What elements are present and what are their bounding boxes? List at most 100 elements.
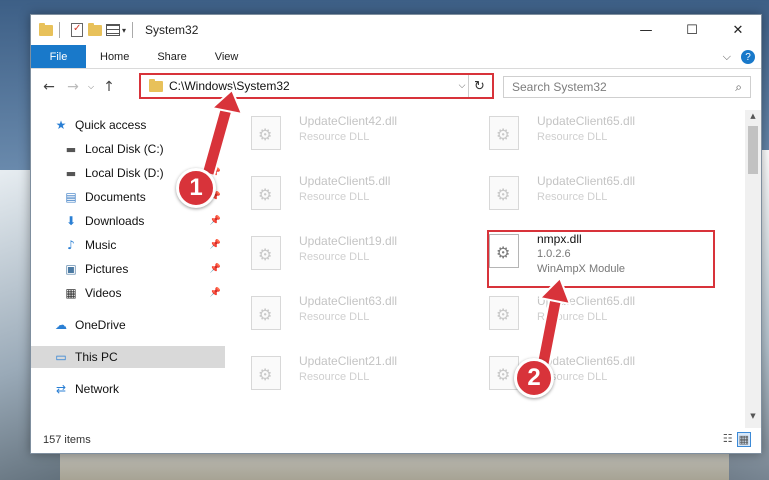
scroll-up-icon[interactable]: ▲ — [745, 112, 761, 126]
sidebar-item-onedrive[interactable]: ☁ OneDrive — [31, 314, 225, 336]
file-description: Resource DLL — [299, 371, 370, 383]
tiles-view-icon[interactable]: ▦ — [736, 432, 751, 447]
up-button[interactable]: ↑ — [97, 79, 121, 95]
window-controls: — ☐ ✕ — [623, 15, 761, 45]
scroll-down-icon[interactable]: ▼ — [745, 412, 761, 426]
ribbon-tabs: File Home Share View ⌵ ? — [31, 45, 761, 69]
sidebar-item-label: Network — [75, 382, 120, 396]
file-description: Resource DLL — [537, 311, 608, 323]
pin-icon: 📌 — [209, 216, 221, 226]
tab-home[interactable]: Home — [86, 45, 143, 68]
search-input[interactable] — [512, 80, 736, 94]
quick-access-toolbar: ▾ — [31, 15, 139, 45]
sidebar-item-music[interactable]: ♪ Music 📌 — [31, 234, 225, 256]
sidebar-item-label: Music — [85, 238, 117, 252]
tab-view[interactable]: View — [201, 45, 253, 68]
file-description: Resource DLL — [299, 131, 370, 143]
file-name: UpdateClient5.dll — [299, 174, 391, 188]
vertical-scrollbar[interactable]: ▲ ▼ — [745, 110, 761, 428]
view-layout-icon[interactable] — [106, 24, 120, 36]
scrollbar-thumb[interactable] — [748, 126, 758, 174]
dll-file-icon — [489, 296, 519, 330]
sidebar-item-downloads[interactable]: ⬇ Downloads 📌 — [31, 210, 225, 232]
refresh-button[interactable]: ↻ — [468, 75, 490, 97]
list-item[interactable]: UpdateClient21.dll Resource DLL — [227, 352, 447, 396]
sidebar-item-quick-access[interactable]: ★ Quick access — [31, 114, 225, 136]
sidebar-item-network[interactable]: ⇄ Network — [31, 378, 225, 400]
dll-file-icon — [489, 176, 519, 210]
list-item[interactable]: UpdateClient65.dll Resource DLL — [465, 112, 685, 156]
address-path[interactable]: C:\Windows\System32 — [169, 79, 454, 93]
address-bar[interactable]: C:\Windows\System32 ⌵ — [139, 73, 494, 99]
pin-icon: 📌 — [209, 144, 221, 154]
sidebar-item-local-disk-c[interactable]: ▬ Local Disk (C:) 📌 — [31, 138, 225, 160]
file-name: UpdateClient65.dll — [537, 354, 636, 368]
search-icon[interactable]: ⌕ — [735, 80, 742, 95]
pictures-icon: ▣ — [65, 262, 77, 276]
explorer-window: ▾ System32 — ☐ ✕ File Home Share View ⌵ … — [30, 14, 762, 454]
pin-icon: 📌 — [209, 240, 221, 250]
list-item[interactable]: UpdateClient65.dll Resource DLL — [465, 292, 685, 336]
downloads-icon: ⬇ — [65, 214, 77, 228]
dll-file-icon — [251, 176, 281, 210]
minimize-button[interactable]: — — [623, 15, 669, 45]
list-item[interactable]: UpdateClient63.dll Resource DLL — [227, 292, 447, 336]
step-1-badge: 1 — [176, 168, 216, 208]
recent-locations-button[interactable]: ⌵ — [85, 82, 97, 92]
file-name: UpdateClient42.dll — [299, 114, 398, 128]
highlight-box — [487, 230, 715, 288]
file-name: UpdateClient19.dll — [299, 234, 398, 248]
sidebar-item-label: OneDrive — [75, 318, 126, 332]
file-description: Resource DLL — [299, 191, 370, 203]
sidebar-item-videos[interactable]: ▦ Videos 📌 — [31, 282, 225, 304]
dll-file-icon — [251, 356, 281, 390]
list-item[interactable]: UpdateClient65.dll Resource DLL — [465, 172, 685, 216]
sidebar-item-label: Downloads — [85, 214, 145, 228]
list-item[interactable]: UpdateClient42.dll Resource DLL — [227, 112, 447, 156]
tab-share[interactable]: Share — [143, 45, 200, 68]
customize-toolbar-caret[interactable]: ▾ — [122, 26, 126, 35]
computer-icon: ▭ — [55, 350, 67, 364]
tab-file[interactable]: File — [31, 45, 86, 68]
details-view-icon[interactable]: ☷ — [723, 432, 733, 447]
dll-file-icon — [251, 116, 281, 150]
list-item[interactable]: UpdateClient19.dll Resource DLL — [227, 232, 447, 276]
navigation-pane: ★ Quick access ▬ Local Disk (C:) 📌 ▬ Loc… — [31, 110, 225, 428]
sidebar-item-label: Local Disk (D:) — [85, 166, 164, 180]
item-count: 157 items — [43, 434, 91, 446]
sidebar-item-this-pc[interactable]: ▭ This PC — [31, 346, 225, 368]
status-bar: 157 items — [31, 427, 761, 453]
close-button[interactable]: ✕ — [715, 15, 761, 45]
back-button[interactable]: ← — [37, 79, 61, 95]
list-item[interactable]: UpdateClient5.dll Resource DLL — [227, 172, 447, 216]
step-2-badge: 2 — [514, 358, 554, 398]
maximize-button[interactable]: ☐ — [669, 15, 715, 45]
list-item[interactable]: UpdateClient65.dll Resource DLL — [465, 352, 685, 396]
cloud-icon: ☁ — [55, 318, 67, 332]
title-bar: ▾ System32 — ☐ ✕ — [31, 15, 761, 45]
sidebar-item-label: Videos — [85, 286, 122, 300]
new-folder-icon[interactable] — [88, 22, 102, 36]
dll-file-icon — [489, 116, 519, 150]
videos-icon: ▦ — [65, 286, 77, 300]
search-box[interactable]: ⌕ — [503, 76, 751, 98]
properties-icon[interactable] — [71, 23, 83, 37]
expand-ribbon-icon[interactable]: ⌵ — [723, 50, 731, 64]
file-name: UpdateClient63.dll — [299, 294, 398, 308]
music-icon: ♪ — [67, 238, 75, 252]
file-name: UpdateClient65.dll — [537, 174, 636, 188]
ribbon-right-controls: ⌵ ? — [723, 45, 755, 69]
forward-button[interactable]: → — [61, 79, 85, 95]
sidebar-item-pictures[interactable]: ▣ Pictures 📌 — [31, 258, 225, 280]
sidebar-item-label: This PC — [75, 350, 118, 364]
toolbar-separator — [59, 22, 60, 38]
sidebar-item-label: Pictures — [85, 262, 129, 276]
sidebar-item-label: Local Disk (C:) — [85, 142, 164, 156]
address-folder-icon — [149, 78, 163, 92]
file-description: Resource DLL — [537, 131, 608, 143]
pin-icon: 📌 — [209, 288, 221, 298]
help-icon[interactable]: ? — [741, 50, 755, 64]
folder-icon[interactable] — [39, 22, 53, 36]
toolbar-separator — [132, 22, 134, 38]
file-name: UpdateClient65.dll — [537, 294, 636, 308]
